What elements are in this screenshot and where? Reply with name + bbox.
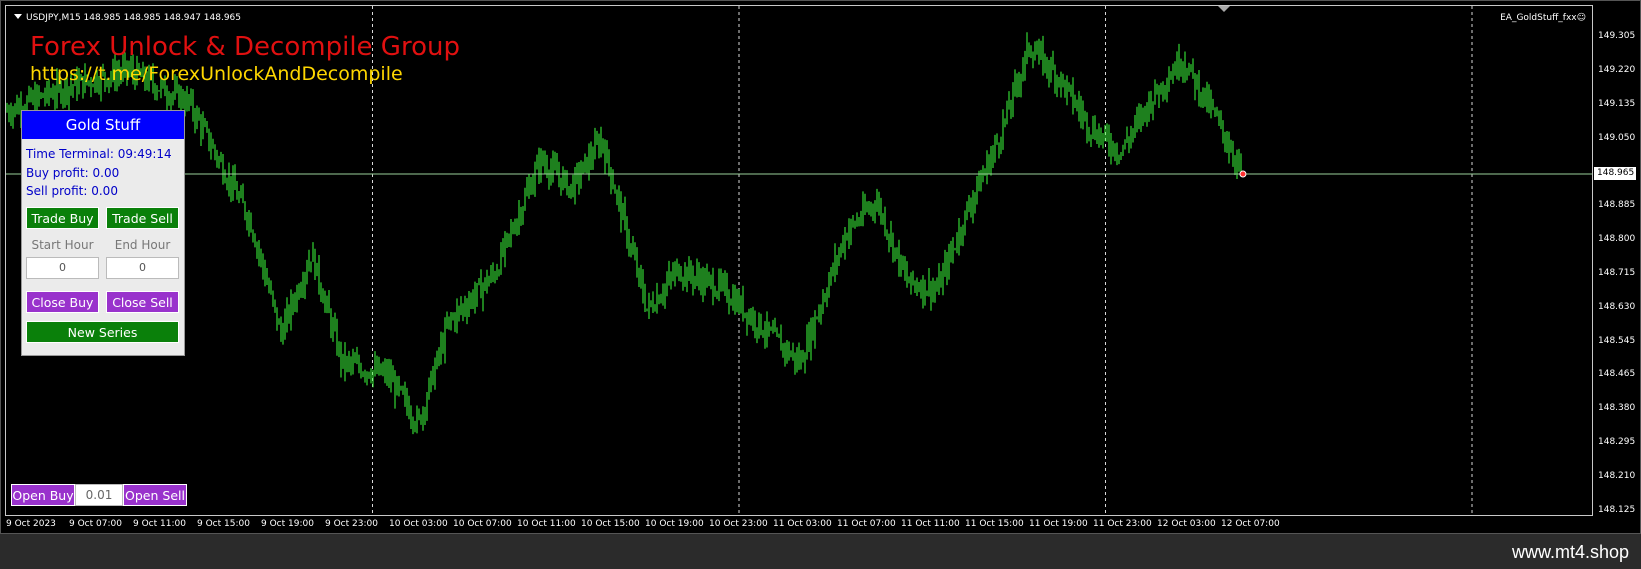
start-hour-input[interactable]: 0: [26, 257, 99, 279]
time-tick: 10 Oct 07:00: [453, 519, 512, 529]
time-terminal-text: Time Terminal: 09:49:14: [26, 147, 172, 161]
symbol-info: USDJPY,M15 148.985 148.985 148.947 148.9…: [14, 13, 241, 23]
time-tick: 11 Oct 03:00: [773, 519, 832, 529]
price-tick: 149.050: [1598, 133, 1636, 143]
brand-title: Forex Unlock & Decompile Group: [30, 32, 460, 62]
time-tick: 9 Oct 11:00: [133, 519, 186, 529]
trade-sell-button[interactable]: Trade Sell: [106, 207, 179, 229]
price-tick: 148.380: [1598, 403, 1636, 413]
close-sell-button[interactable]: Close Sell: [106, 291, 179, 313]
chart-window[interactable]: USDJPY,M15 148.985 148.985 148.947 148.9…: [0, 0, 1641, 534]
price-tick: 148.800: [1598, 234, 1636, 244]
symbol-info-text: USDJPY,M15 148.985 148.985 148.947 148.9…: [26, 13, 242, 23]
price-tick: 148.545: [1598, 336, 1636, 346]
price-tick: 149.220: [1598, 65, 1636, 75]
time-tick: 12 Oct 07:00: [1221, 519, 1280, 529]
price-tick: 149.305: [1598, 31, 1636, 41]
price-tick: 148.210: [1598, 471, 1636, 481]
lot-size-input[interactable]: 0.01: [75, 484, 123, 506]
current-price-tag: 148.965: [1594, 167, 1636, 180]
price-tick: 148.465: [1598, 369, 1636, 379]
current-price-marker: [1239, 170, 1247, 178]
price-tick: 148.125: [1598, 505, 1636, 515]
time-tick: 9 Oct 2023: [6, 519, 56, 529]
gold-stuff-panel: Gold Stuff Time Terminal: 09:49:14 Buy p…: [21, 110, 185, 356]
time-tick: 10 Oct 15:00: [581, 519, 640, 529]
price-tick: 148.630: [1598, 302, 1636, 312]
buy-profit-text: Buy profit: 0.00: [26, 166, 120, 180]
chart-shift-marker-icon[interactable]: [1218, 6, 1230, 12]
panel-title: Gold Stuff: [22, 111, 184, 139]
start-hour-label: Start Hour: [31, 238, 94, 252]
close-buy-button[interactable]: Close Buy: [26, 291, 99, 313]
time-tick: 11 Oct 23:00: [1093, 519, 1152, 529]
brand-url: https://t.me/ForexUnlockAndDecompile: [30, 63, 403, 85]
time-tick: 9 Oct 07:00: [69, 519, 122, 529]
time-tick: 10 Oct 11:00: [517, 519, 576, 529]
time-tick: 11 Oct 07:00: [837, 519, 896, 529]
time-tick: 10 Oct 23:00: [709, 519, 768, 529]
price-tick: 148.885: [1598, 200, 1636, 210]
time-tick: 11 Oct 11:00: [901, 519, 960, 529]
dropdown-triangle-icon[interactable]: [14, 14, 22, 19]
time-tick: 9 Oct 23:00: [325, 519, 378, 529]
watermark: www.mt4.shop: [1511, 542, 1629, 562]
time-tick: 11 Oct 19:00: [1029, 519, 1088, 529]
price-tick: 149.135: [1598, 99, 1636, 109]
time-tick: 10 Oct 19:00: [645, 519, 704, 529]
time-tick: 9 Oct 19:00: [261, 519, 314, 529]
time-tick: 10 Oct 03:00: [389, 519, 448, 529]
time-tick: 11 Oct 15:00: [965, 519, 1024, 529]
end-hour-label: End Hour: [114, 238, 171, 252]
price-bars: [6, 32, 1242, 435]
end-hour-input[interactable]: 0: [106, 257, 179, 279]
time-tick: 12 Oct 03:00: [1157, 519, 1216, 529]
ea-label: EA_GoldStuff_fxx☺: [1500, 13, 1586, 23]
chart-plot-area[interactable]: USDJPY,M15 148.985 148.985 148.947 148.9…: [5, 5, 1593, 516]
time-tick: 9 Oct 15:00: [197, 519, 250, 529]
price-tick: 148.715: [1598, 268, 1636, 278]
new-series-button[interactable]: New Series: [26, 321, 179, 343]
trade-buy-button[interactable]: Trade Buy: [26, 207, 99, 229]
open-sell-button[interactable]: Open Sell: [123, 484, 187, 506]
open-buy-button[interactable]: Open Buy: [11, 484, 75, 506]
sell-profit-text: Sell profit: 0.00: [26, 184, 118, 198]
price-tick: 148.295: [1598, 437, 1636, 447]
